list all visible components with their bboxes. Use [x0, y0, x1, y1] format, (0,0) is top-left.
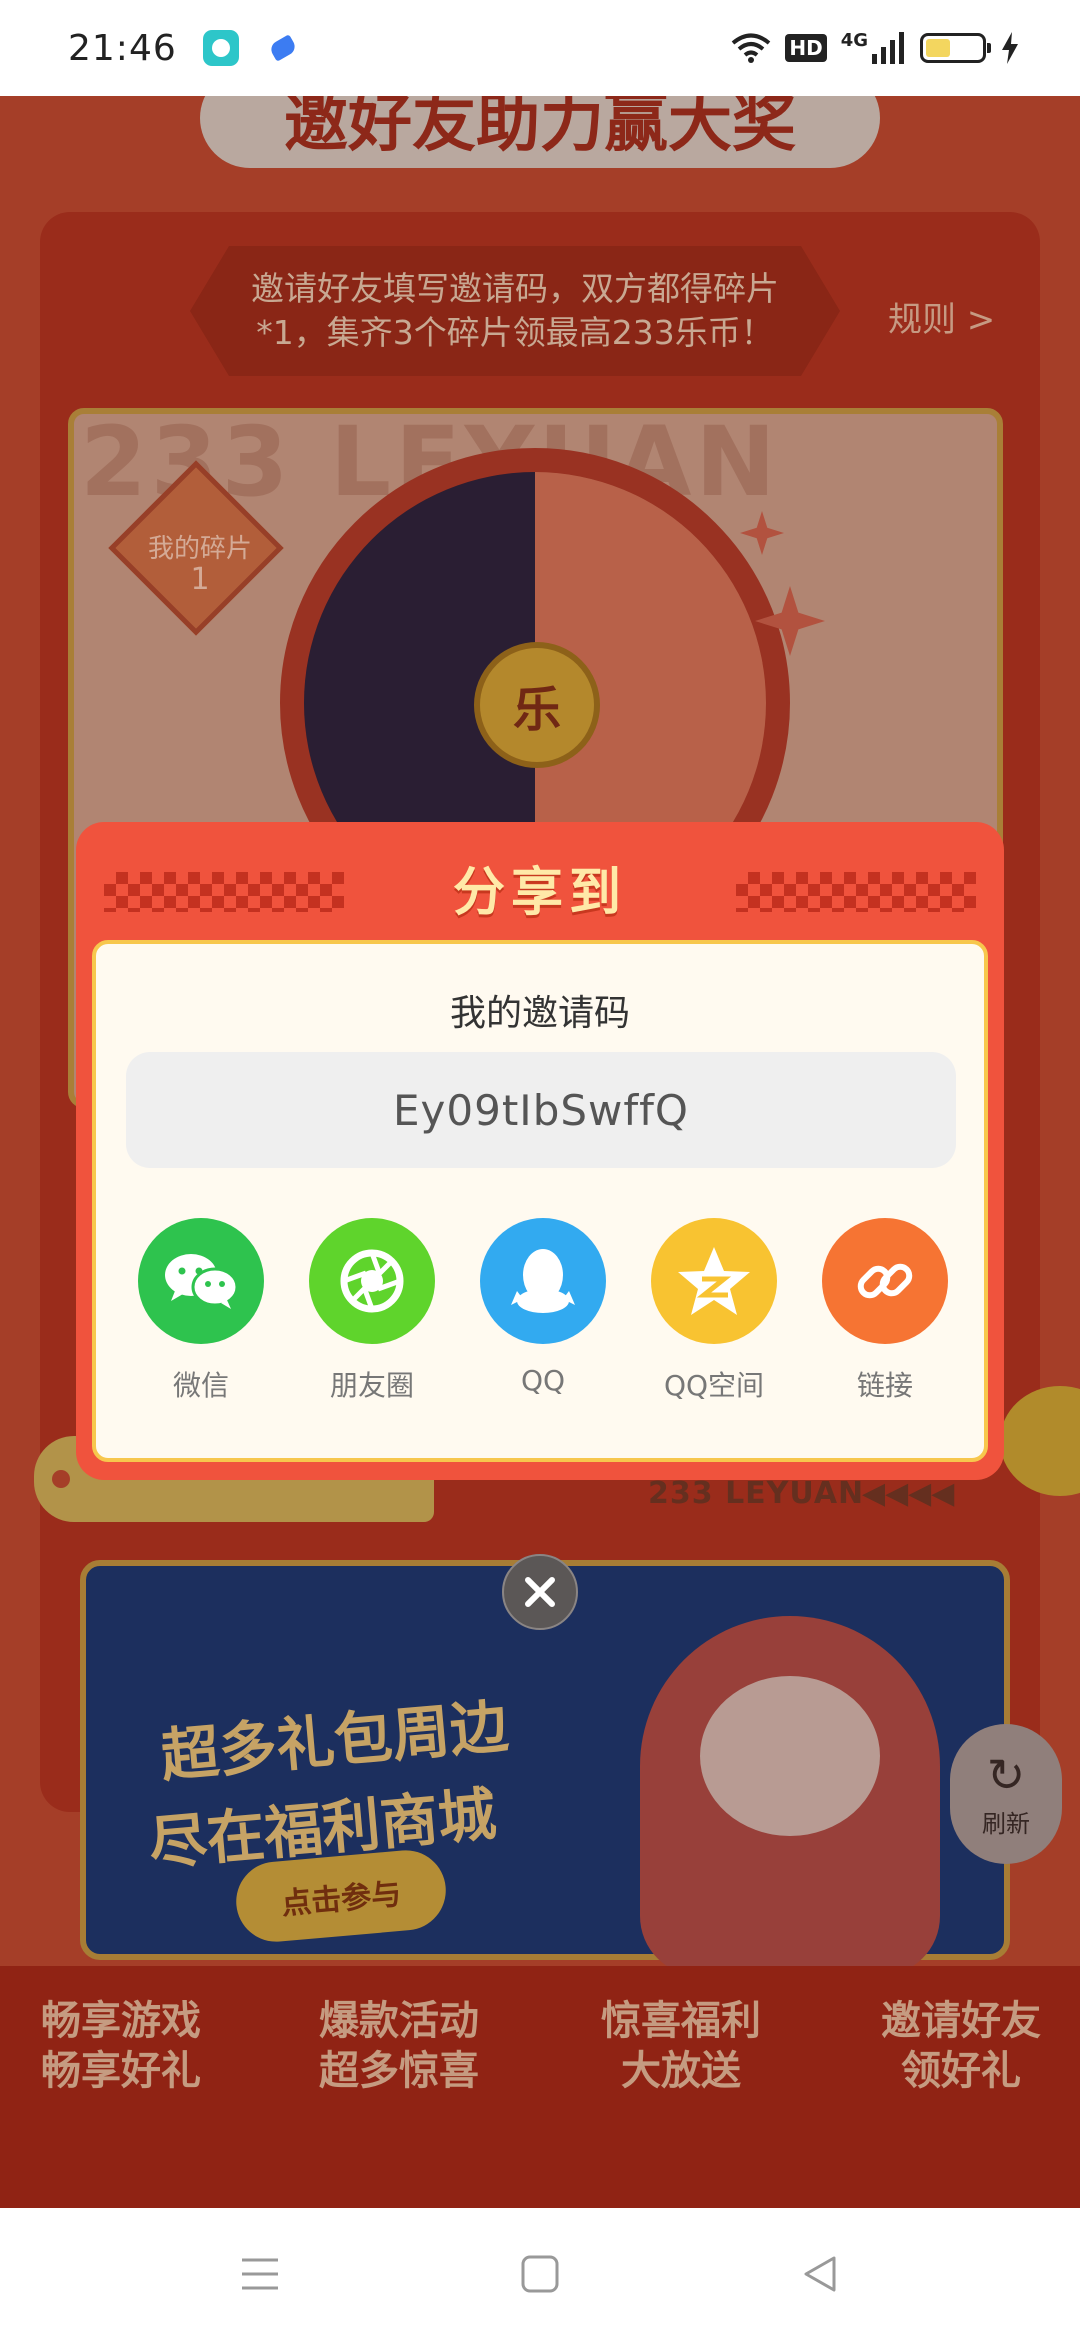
invite-code-label: 我的邀请码 — [449, 993, 630, 1034]
charging-icon — [1002, 32, 1018, 64]
home-icon — [521, 2255, 559, 2293]
status-bar: 21:46 HD 4G — [0, 0, 1080, 96]
share-modal-body: 我的邀请码 Ey09tIbSwffQ 微信 朋友圈 QQ QQ空间 链接 — [92, 940, 988, 1462]
moments-icon[interactable] — [309, 1218, 435, 1344]
share-targets: 微信 朋友圈 QQ QQ空间 链接 — [110, 1218, 976, 1404]
share-qq-label: QQ — [520, 1364, 566, 1397]
share-link-label: 链接 — [856, 1369, 913, 1402]
qq-icon[interactable] — [480, 1218, 606, 1344]
invite-code-box[interactable]: Ey09tIbSwffQ — [126, 1052, 956, 1168]
network-type: 4G — [840, 29, 868, 51]
navigation-bar — [0, 2208, 1080, 2340]
back-icon — [804, 2256, 836, 2292]
close-modal-button[interactable] — [502, 1554, 578, 1630]
status-time: 21:46 — [68, 27, 177, 69]
share-moments-label: 朋友圈 — [329, 1369, 414, 1402]
battery-icon — [920, 33, 991, 63]
share-wechat-button[interactable]: 微信 — [126, 1218, 276, 1404]
close-icon — [525, 1577, 555, 1607]
back-button[interactable] — [790, 2244, 850, 2304]
app-notification-icon — [202, 30, 239, 66]
link-icon[interactable] — [822, 1218, 948, 1344]
wifi-icon — [732, 33, 771, 63]
share-wechat-label: 微信 — [172, 1369, 229, 1402]
share-qq-button[interactable]: QQ — [468, 1218, 618, 1404]
share-link-button[interactable]: 链接 — [810, 1218, 960, 1404]
menu-button[interactable] — [230, 2244, 290, 2304]
wechat-icon[interactable] — [138, 1218, 264, 1344]
share-qzone-button[interactable]: QQ空间 — [639, 1218, 789, 1404]
app-cloud-icon — [264, 30, 301, 66]
share-qzone-label: QQ空间 — [663, 1369, 765, 1402]
home-button[interactable] — [510, 2244, 570, 2304]
hd-badge: HD — [785, 34, 827, 62]
share-modal-title: 分享到 — [452, 863, 627, 923]
status-indicators: HD 4G — [731, 29, 1020, 64]
menu-icon — [242, 2258, 278, 2290]
share-moments-button[interactable]: 朋友圈 — [297, 1218, 447, 1404]
signal-icon — [872, 32, 904, 64]
share-modal: 分享到 我的邀请码 Ey09tIbSwffQ 微信 朋友圈 QQ QQ空间 链接 — [76, 822, 1004, 1480]
qzone-icon[interactable] — [651, 1218, 777, 1344]
